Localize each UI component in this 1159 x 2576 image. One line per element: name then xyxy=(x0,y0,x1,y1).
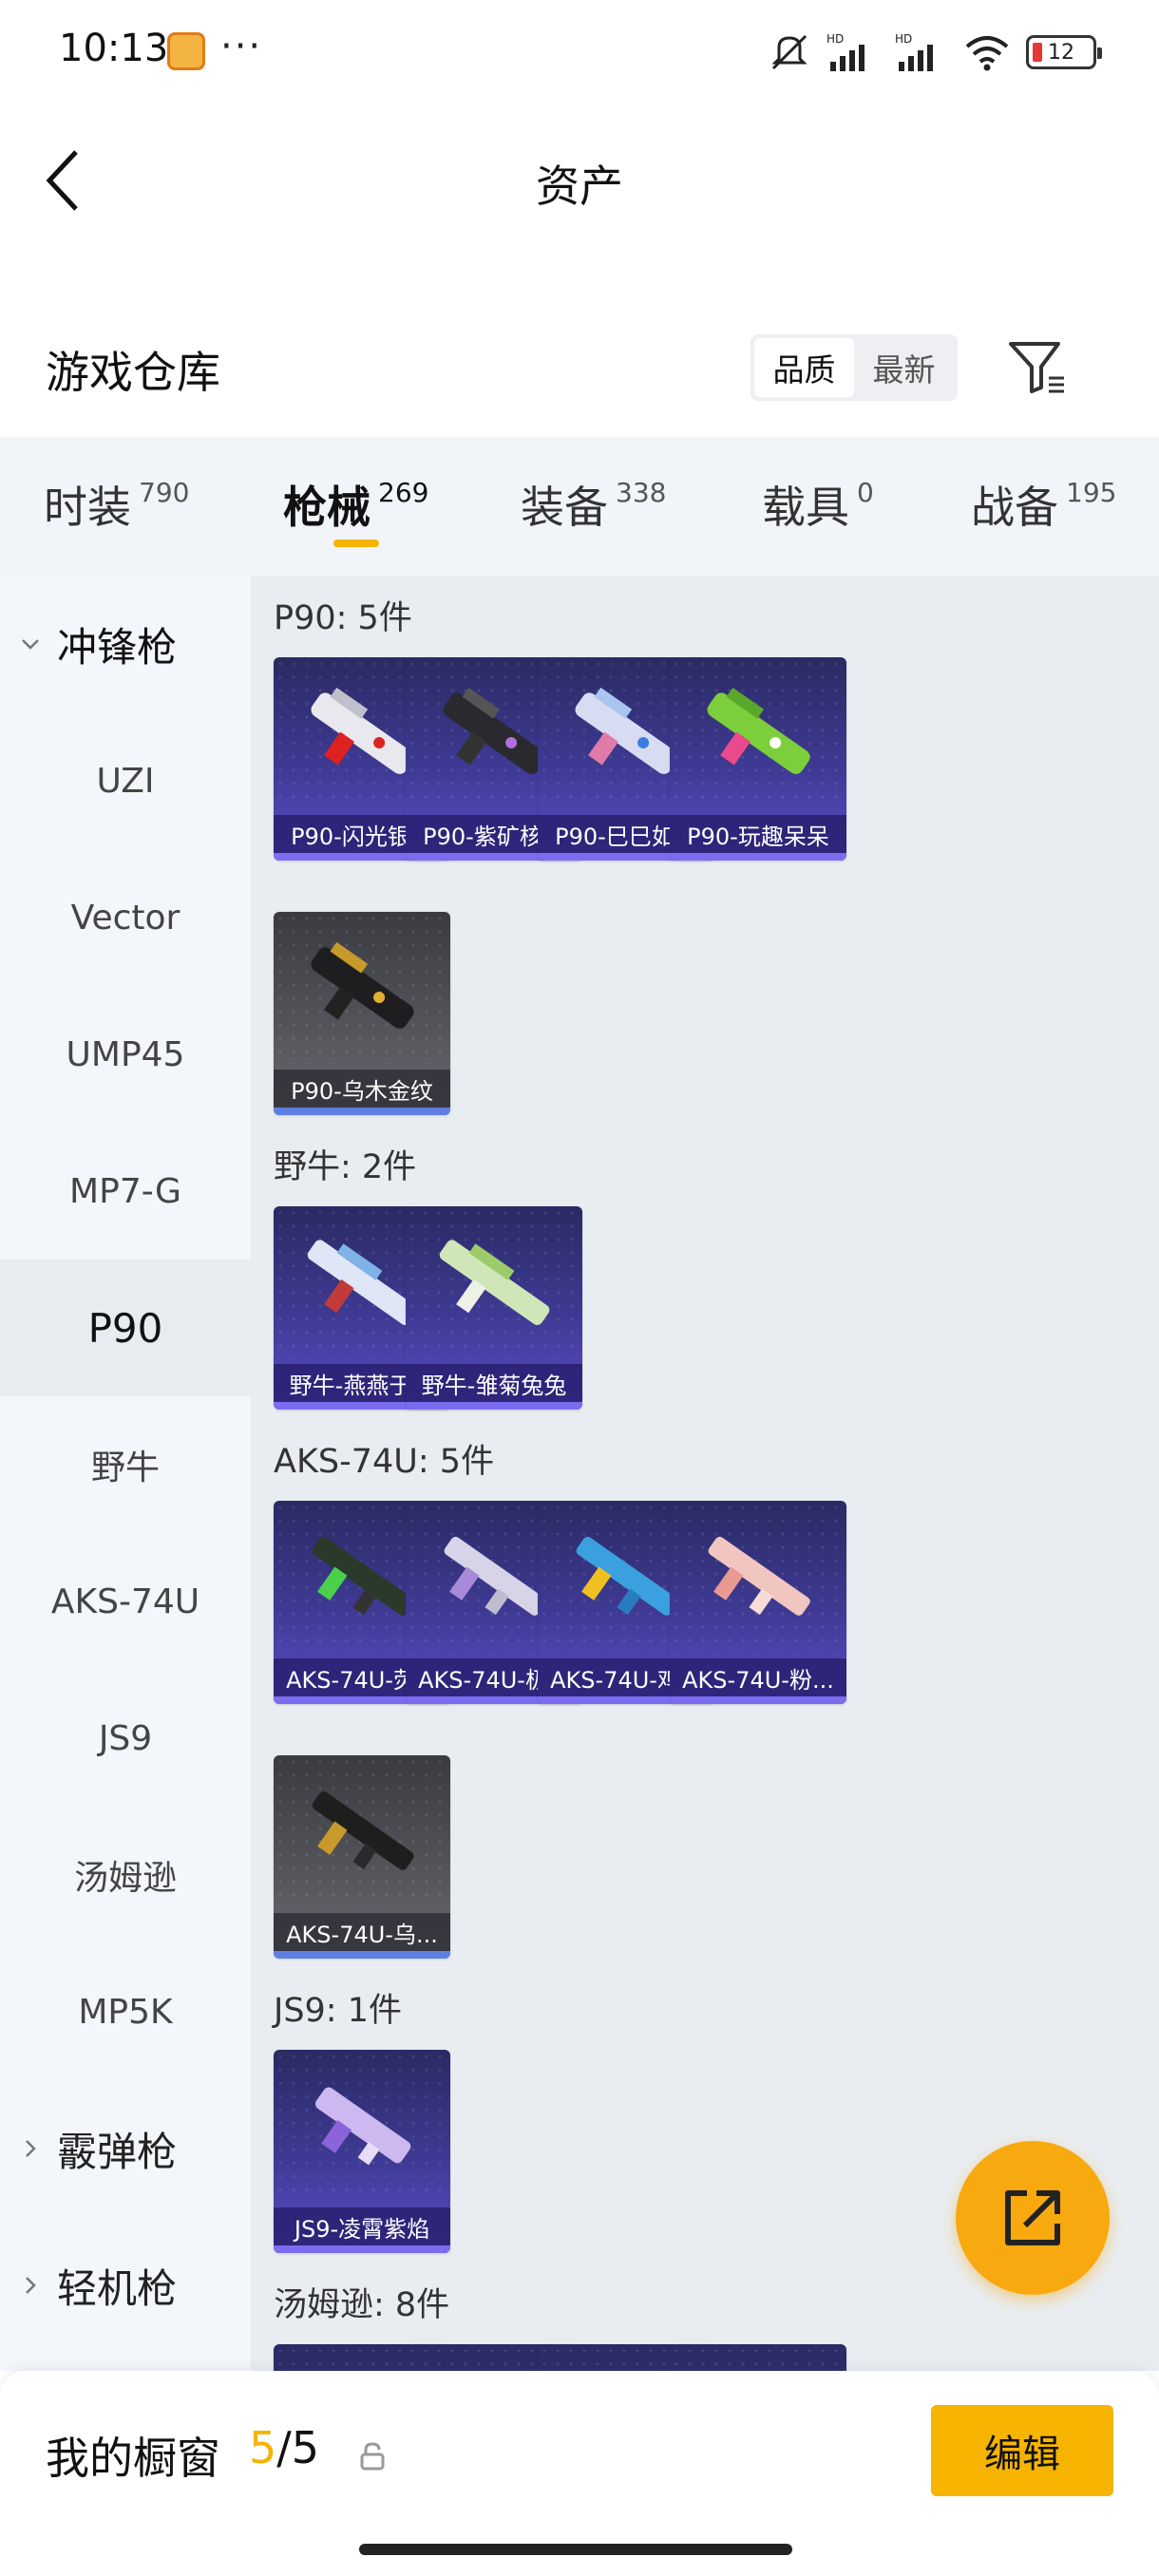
group-label-bizon: 野牛: 2件 xyxy=(274,1148,417,1186)
lock-icon xyxy=(360,2442,385,2471)
status-time: 10:13 xyxy=(59,27,169,70)
item-card[interactable] xyxy=(670,2344,846,2371)
item-card[interactable]: AKS-74U-粉... xyxy=(670,1501,846,1704)
app-notification-icon xyxy=(167,32,205,70)
showcase-count: 5/5 xyxy=(249,2422,320,2473)
group-label-p90: P90: 5件 xyxy=(274,599,412,637)
item-name: P90-乌木金纹 xyxy=(274,1070,450,1108)
showcase-bar: 我的橱窗 5/5 编辑 xyxy=(0,2371,1159,2576)
page-title: 资产 xyxy=(536,161,623,212)
sidebar-item-thompson[interactable]: 汤姆逊 xyxy=(0,1807,251,1943)
chevron-down-icon xyxy=(22,639,39,650)
item-card[interactable]: P90-玩趣呆呆 xyxy=(670,657,846,861)
item-name: JS9-凌霄紫焰 xyxy=(274,2207,450,2245)
battery-level: 12 xyxy=(1048,40,1074,65)
sidebar-item-bizon[interactable]: 野牛 xyxy=(0,1396,251,1533)
sidebar-item-p90[interactable]: P90 xyxy=(0,1260,251,1396)
sidebar-group-shotgun[interactable]: 霰弹枪 xyxy=(0,2080,251,2217)
sidebar-item-ump45[interactable]: UMP45 xyxy=(0,986,251,1123)
weapon-icon xyxy=(314,2087,411,2166)
status-more-icon: ··· xyxy=(220,25,263,68)
mute-icon xyxy=(771,34,808,70)
sidebar-item-js9[interactable]: JS9 xyxy=(0,1670,251,1807)
rarity-bar xyxy=(274,2245,450,2253)
group-label-js9: JS9: 1件 xyxy=(274,1992,402,2030)
sidebar-item-aks74u[interactable]: AKS-74U xyxy=(0,1533,251,1670)
tab-firearms[interactable]: 枪械 269 xyxy=(283,473,428,536)
weapon-icon xyxy=(312,1790,414,1870)
chevron-right-icon xyxy=(26,2277,36,2294)
tab-supplies[interactable]: 战备 195 xyxy=(971,473,1116,536)
share-button[interactable] xyxy=(956,2141,1110,2295)
group-label-aks74u: AKS-74U: 5件 xyxy=(274,1443,495,1481)
share-icon xyxy=(1005,2190,1060,2245)
sort-quality-button[interactable]: 品质 xyxy=(754,338,854,397)
sidebar-item-mp7g[interactable]: MP7-G xyxy=(0,1123,251,1260)
svg-text:HD: HD xyxy=(826,32,844,46)
item-name: 野牛-雏菊兔兔 xyxy=(406,1364,582,1402)
rarity-bar xyxy=(670,1696,846,1704)
signal-icon: HD xyxy=(826,32,864,71)
edit-button[interactable]: 编辑 xyxy=(931,2405,1113,2496)
tab-fashion[interactable]: 时装 790 xyxy=(44,473,189,536)
sidebar-group-smg[interactable]: 冲锋枪 xyxy=(0,576,251,712)
warehouse-title: 游戏仓库 xyxy=(46,347,220,398)
weapon-icon xyxy=(707,687,810,774)
sidebar-item-uzi[interactable]: UZI xyxy=(0,712,251,849)
status-icons: HD HD 12 xyxy=(768,28,1102,76)
item-card[interactable]: 野牛-雏菊兔兔 xyxy=(406,1206,582,1410)
item-grid: P90: 5件 P90-闪光银龙 P90-紫矿核心 P90-巳巳如意 P90-玩… xyxy=(251,576,1159,2371)
filter-icon xyxy=(1009,342,1064,393)
rarity-bar xyxy=(274,1108,450,1115)
showcase-label: 我的橱窗 xyxy=(46,2433,220,2484)
chevron-right-icon xyxy=(26,2140,36,2157)
weapon-sidebar: 冲锋枪 UZI Vector UMP45 MP7-G P90 野牛 AKS-74… xyxy=(0,576,251,2371)
sort-toggle: 品质 最新 xyxy=(750,334,958,401)
sidebar-item-mp5k[interactable]: MP5K xyxy=(0,1943,251,2080)
weapon-icon xyxy=(708,1536,810,1616)
rarity-bar xyxy=(274,1951,450,1959)
home-indicator xyxy=(359,2544,792,2555)
tab-vehicles[interactable]: 载具 0 xyxy=(762,473,874,536)
sidebar-item-vector[interactable]: Vector xyxy=(0,849,251,986)
wifi-icon xyxy=(965,36,1009,71)
svg-text:HD: HD xyxy=(895,32,912,46)
battery-icon: 12 xyxy=(1026,35,1102,69)
category-tabs: 时装 790 枪械 269 装备 338 载具 0 战备 195 xyxy=(0,437,1159,576)
weapon-icon xyxy=(311,941,414,1029)
item-card[interactable]: AKS-74U-乌... xyxy=(274,1755,450,1959)
active-tab-indicator xyxy=(333,540,379,547)
filter-button[interactable] xyxy=(1005,334,1072,401)
status-bar: 10:13 ··· HD HD 12 xyxy=(0,0,1159,104)
item-name: P90-玩趣呆呆 xyxy=(670,815,846,853)
group-label-thompson: 汤姆逊: 8件 xyxy=(274,2286,450,2324)
item-card[interactable]: JS9-凌霄紫焰 xyxy=(274,2050,450,2253)
sidebar-group-lmg[interactable]: 轻机枪 xyxy=(0,2217,251,2354)
signal-icon-2: HD xyxy=(895,32,933,71)
rarity-bar xyxy=(670,853,846,861)
tab-equipment[interactable]: 装备 338 xyxy=(521,473,666,536)
weapon-icon xyxy=(439,1240,550,1325)
item-name: AKS-74U-粉... xyxy=(670,1658,846,1696)
header: 资产 xyxy=(0,104,1159,247)
rarity-bar xyxy=(406,1402,582,1410)
item-card[interactable]: P90-乌木金纹 xyxy=(274,912,450,1115)
sort-latest-button[interactable]: 最新 xyxy=(854,338,954,397)
item-name: AKS-74U-乌... xyxy=(274,1913,450,1951)
